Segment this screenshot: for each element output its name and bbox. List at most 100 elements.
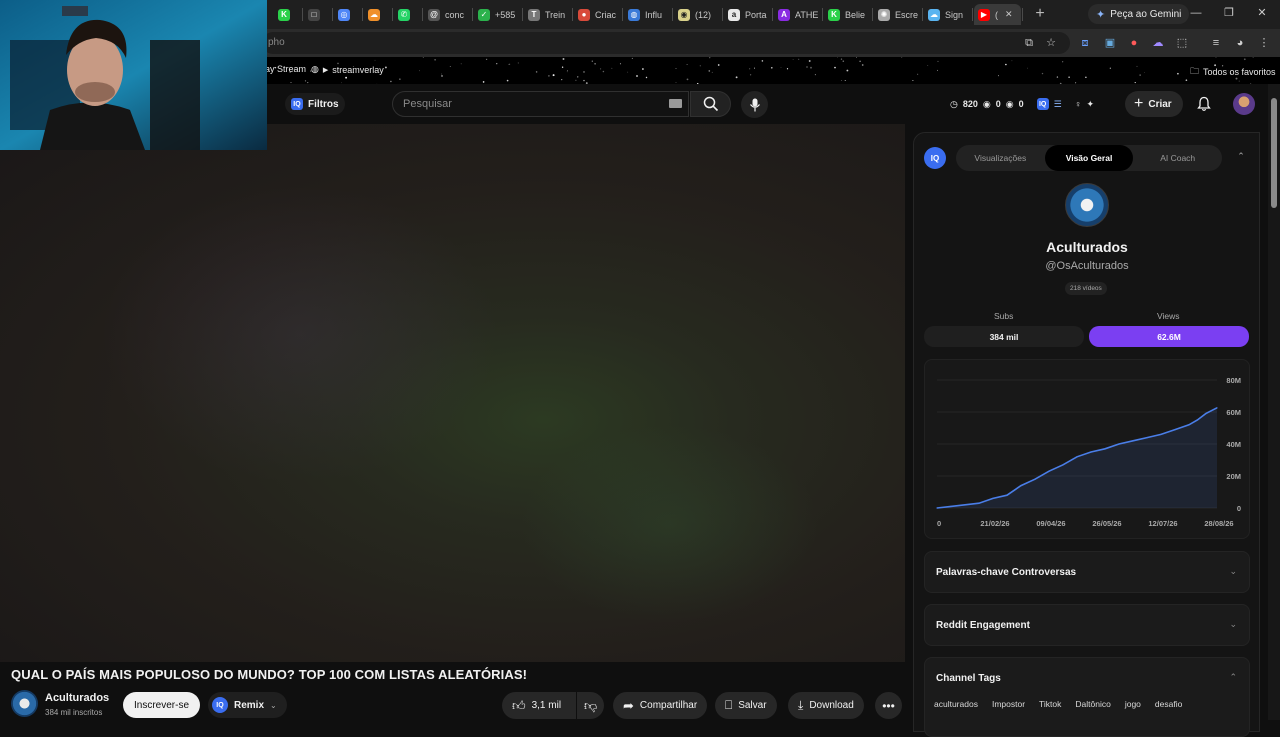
save-button[interactable]: ⎕ Salvar xyxy=(715,692,777,719)
tags-section[interactable]: Channel Tags ⌃ xyxy=(924,657,1250,737)
lightbulb-icon[interactable]: ♀ xyxy=(1075,99,1082,109)
browser-tab-label: Escre xyxy=(895,10,918,20)
chart-y-tick-label: 80M xyxy=(1226,376,1241,385)
dislike-button[interactable]: 👎︎ xyxy=(577,692,604,719)
browser-tab[interactable]: ☁Sign xyxy=(924,4,971,25)
chart-data-point xyxy=(1205,413,1206,414)
all-bookmarks[interactable]: 🗀 Todos os favoritos xyxy=(1190,64,1276,80)
star xyxy=(483,81,485,83)
tab-separator xyxy=(302,8,303,21)
menu-kebab-icon[interactable]: ⋮ xyxy=(1256,35,1272,51)
browser-tab[interactable]: ✺Escre xyxy=(874,4,921,25)
like-button[interactable]: 👍︎ 3,1 mil xyxy=(502,692,576,719)
close-tab-icon[interactable]: ✕ xyxy=(1005,9,1013,20)
channel-tag[interactable]: Impostor xyxy=(992,699,1025,709)
channel-tag[interactable]: Tiktok xyxy=(1039,699,1061,709)
gemini-button[interactable]: ✦ Peça ao Gemini xyxy=(1088,4,1189,24)
tab-separator xyxy=(822,8,823,21)
tab-separator xyxy=(392,8,393,21)
subs-value[interactable]: 384 mil xyxy=(924,326,1084,347)
channel-tag[interactable]: aculturados xyxy=(934,699,978,709)
iq-logo-icon: IQ xyxy=(924,147,946,169)
star xyxy=(1144,72,1145,73)
channel-tag[interactable]: desafio xyxy=(1155,699,1182,709)
star xyxy=(375,60,376,61)
browser-tab[interactable]: ✆ xyxy=(394,4,421,25)
chevron-up-icon[interactable]: ⌃ xyxy=(1235,151,1247,163)
channel-avatar[interactable] xyxy=(11,690,38,717)
keywords-section[interactable]: Palavras-chave Controversas ⌄ xyxy=(924,551,1250,593)
create-button[interactable]: + Criar xyxy=(1125,91,1183,117)
extensions-puzzle-icon[interactable]: ⬚ xyxy=(1174,35,1190,51)
bookmark-star-icon[interactable]: ☆ xyxy=(1043,35,1059,51)
profile-icon[interactable]: ◕ xyxy=(1232,35,1248,51)
new-tab-icon[interactable]: + xyxy=(1031,5,1049,23)
download-button[interactable]: ⤓ Download xyxy=(788,692,864,719)
browser-tab[interactable]: K xyxy=(274,4,301,25)
maximize-icon[interactable]: ❐ xyxy=(1222,6,1236,20)
browser-tab[interactable]: ▶(✕ xyxy=(974,4,1021,25)
browser-tab[interactable]: TTrein xyxy=(524,4,571,25)
bookmark-stream[interactable]: ay Stream xyxy=(265,64,306,74)
browser-tab[interactable]: KBelie xyxy=(824,4,871,25)
subscribe-button[interactable]: Inscrever-se xyxy=(123,692,200,718)
browser-tab[interactable]: □ xyxy=(304,4,331,25)
tab-visualizacoes[interactable]: Visualizações xyxy=(956,145,1045,171)
star xyxy=(938,61,939,62)
keyboard-icon[interactable] xyxy=(669,99,682,108)
user-avatar[interactable] xyxy=(1233,93,1255,115)
address-bar[interactable]: pho xyxy=(262,32,1070,54)
browser-tab[interactable]: ◉(12) xyxy=(674,4,721,25)
tab-visao-geral[interactable]: Visão Geral xyxy=(1045,145,1134,171)
star xyxy=(859,61,860,62)
chart-x-tick-label: 0 xyxy=(937,519,941,528)
extension-badge-icon[interactable]: ● xyxy=(1126,35,1142,51)
close-window-icon[interactable]: ✕ xyxy=(1255,6,1269,20)
browser-tab[interactable]: ●Criac xyxy=(574,4,621,25)
channel-tag[interactable]: jogo xyxy=(1125,699,1141,709)
extension-cloud-icon[interactable]: ☁ xyxy=(1150,35,1166,51)
browser-tab[interactable]: ◍Influ xyxy=(624,4,671,25)
iq-extension-icon[interactable]: IQ xyxy=(1037,98,1049,110)
extension-icon[interactable]: ▣ xyxy=(1102,35,1118,51)
star xyxy=(563,58,565,60)
tab-ai-coach[interactable]: AI Coach xyxy=(1133,145,1222,171)
views-label: Views xyxy=(1157,311,1180,321)
play-icon: ▶ xyxy=(323,66,328,74)
star xyxy=(806,66,807,67)
browser-tab-label: ATHE xyxy=(795,10,818,20)
install-app-icon[interactable]: ⧉ xyxy=(1021,35,1037,51)
browser-tab[interactable]: AATHE xyxy=(774,4,821,25)
notifications-bell-icon[interactable] xyxy=(1196,96,1212,112)
media-control-icon[interactable]: ≡ xyxy=(1208,35,1224,51)
tab-separator xyxy=(722,8,723,21)
star xyxy=(594,63,596,65)
browser-tab[interactable]: ✓+585 xyxy=(474,4,521,25)
views-value[interactable]: 62.6M xyxy=(1089,326,1249,347)
share-button[interactable]: ➦ Compartilhar xyxy=(613,692,707,719)
filters-button[interactable]: IQ Filtros xyxy=(285,93,345,115)
scrollbar-thumb[interactable] xyxy=(1271,98,1277,208)
channel-name[interactable]: Aculturados xyxy=(45,692,109,704)
browser-tab[interactable]: @conc xyxy=(424,4,471,25)
panel-channel-avatar xyxy=(1065,183,1109,227)
search-input[interactable] xyxy=(392,91,689,117)
list-icon[interactable]: ☰ xyxy=(1054,99,1062,110)
more-actions-button[interactable]: ••• xyxy=(875,692,902,719)
translate-extension-icon[interactable]: ⧈ xyxy=(1077,35,1093,51)
page-scrollbar[interactable] xyxy=(1268,84,1280,720)
video-player[interactable] xyxy=(0,124,905,662)
voice-search-button[interactable] xyxy=(741,91,768,118)
minimize-icon[interactable]: — xyxy=(1189,6,1203,20)
browser-tab[interactable]: aPorta xyxy=(724,4,771,25)
star xyxy=(642,68,644,70)
reddit-section[interactable]: Reddit Engagement ⌄ xyxy=(924,604,1250,646)
sparkle-icon[interactable]: ✦ xyxy=(1086,99,1094,110)
browser-tab[interactable]: ☁ xyxy=(364,4,391,25)
bookmark-streamverlay[interactable]: ◍ ▶ streamverlay xyxy=(311,64,384,75)
star xyxy=(450,66,451,67)
browser-tab[interactable]: ◎ xyxy=(334,4,361,25)
remix-button[interactable]: IQ Remix ⌄ xyxy=(208,692,287,718)
channel-tag[interactable]: Daltônico xyxy=(1075,699,1110,709)
search-button[interactable] xyxy=(690,91,731,117)
